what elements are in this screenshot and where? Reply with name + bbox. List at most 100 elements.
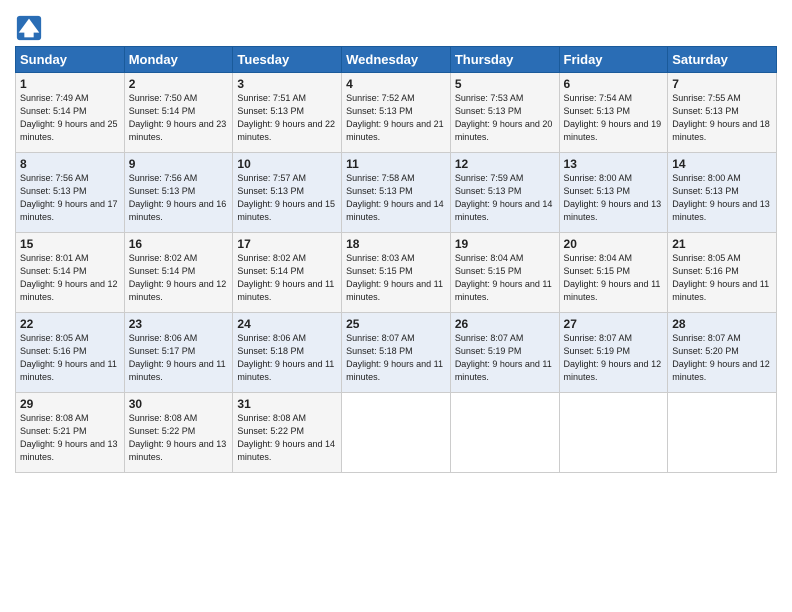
- calendar-day-cell: 22 Sunrise: 8:05 AM Sunset: 5:16 PM Dayl…: [16, 313, 125, 393]
- calendar-day-cell: [450, 393, 559, 473]
- day-info: Sunrise: 8:02 AM Sunset: 5:14 PM Dayligh…: [237, 252, 337, 304]
- calendar-day-cell: [342, 393, 451, 473]
- day-of-week-header: Friday: [559, 47, 668, 73]
- day-of-week-header: Monday: [124, 47, 233, 73]
- day-number: 3: [237, 77, 337, 91]
- day-info: Sunrise: 7:49 AM Sunset: 5:14 PM Dayligh…: [20, 92, 120, 144]
- day-number: 21: [672, 237, 772, 251]
- day-number: 27: [564, 317, 664, 331]
- day-number: 18: [346, 237, 446, 251]
- calendar-week-row: 15 Sunrise: 8:01 AM Sunset: 5:14 PM Dayl…: [16, 233, 777, 313]
- day-info: Sunrise: 7:50 AM Sunset: 5:14 PM Dayligh…: [129, 92, 229, 144]
- calendar-day-cell: 7 Sunrise: 7:55 AM Sunset: 5:13 PM Dayli…: [668, 73, 777, 153]
- day-info: Sunrise: 7:56 AM Sunset: 5:13 PM Dayligh…: [129, 172, 229, 224]
- calendar-day-cell: 21 Sunrise: 8:05 AM Sunset: 5:16 PM Dayl…: [668, 233, 777, 313]
- calendar-day-cell: 27 Sunrise: 8:07 AM Sunset: 5:19 PM Dayl…: [559, 313, 668, 393]
- calendar-week-row: 29 Sunrise: 8:08 AM Sunset: 5:21 PM Dayl…: [16, 393, 777, 473]
- day-info: Sunrise: 8:00 AM Sunset: 5:13 PM Dayligh…: [564, 172, 664, 224]
- day-info: Sunrise: 8:05 AM Sunset: 5:16 PM Dayligh…: [672, 252, 772, 304]
- calendar-day-cell: 28 Sunrise: 8:07 AM Sunset: 5:20 PM Dayl…: [668, 313, 777, 393]
- day-number: 10: [237, 157, 337, 171]
- logo: [15, 14, 45, 42]
- calendar-week-row: 1 Sunrise: 7:49 AM Sunset: 5:14 PM Dayli…: [16, 73, 777, 153]
- calendar-day-cell: 31 Sunrise: 8:08 AM Sunset: 5:22 PM Dayl…: [233, 393, 342, 473]
- calendar-week-row: 22 Sunrise: 8:05 AM Sunset: 5:16 PM Dayl…: [16, 313, 777, 393]
- day-number: 25: [346, 317, 446, 331]
- day-number: 15: [20, 237, 120, 251]
- day-info: Sunrise: 8:06 AM Sunset: 5:17 PM Dayligh…: [129, 332, 229, 384]
- day-info: Sunrise: 8:07 AM Sunset: 5:20 PM Dayligh…: [672, 332, 772, 384]
- day-info: Sunrise: 8:05 AM Sunset: 5:16 PM Dayligh…: [20, 332, 120, 384]
- day-number: 5: [455, 77, 555, 91]
- day-number: 24: [237, 317, 337, 331]
- day-number: 12: [455, 157, 555, 171]
- day-info: Sunrise: 8:02 AM Sunset: 5:14 PM Dayligh…: [129, 252, 229, 304]
- day-number: 28: [672, 317, 772, 331]
- day-of-week-header: Saturday: [668, 47, 777, 73]
- day-number: 29: [20, 397, 120, 411]
- day-info: Sunrise: 7:57 AM Sunset: 5:13 PM Dayligh…: [237, 172, 337, 224]
- calendar-day-cell: 24 Sunrise: 8:06 AM Sunset: 5:18 PM Dayl…: [233, 313, 342, 393]
- day-info: Sunrise: 8:07 AM Sunset: 5:18 PM Dayligh…: [346, 332, 446, 384]
- calendar-day-cell: [668, 393, 777, 473]
- calendar-day-cell: 15 Sunrise: 8:01 AM Sunset: 5:14 PM Dayl…: [16, 233, 125, 313]
- day-info: Sunrise: 8:04 AM Sunset: 5:15 PM Dayligh…: [564, 252, 664, 304]
- day-number: 17: [237, 237, 337, 251]
- header: [15, 10, 777, 42]
- page-container: SundayMondayTuesdayWednesdayThursdayFrid…: [0, 0, 792, 478]
- calendar-day-cell: 9 Sunrise: 7:56 AM Sunset: 5:13 PM Dayli…: [124, 153, 233, 233]
- day-number: 20: [564, 237, 664, 251]
- calendar-day-cell: 8 Sunrise: 7:56 AM Sunset: 5:13 PM Dayli…: [16, 153, 125, 233]
- calendar-day-cell: 4 Sunrise: 7:52 AM Sunset: 5:13 PM Dayli…: [342, 73, 451, 153]
- calendar-day-cell: 18 Sunrise: 8:03 AM Sunset: 5:15 PM Dayl…: [342, 233, 451, 313]
- day-info: Sunrise: 8:03 AM Sunset: 5:15 PM Dayligh…: [346, 252, 446, 304]
- day-of-week-header: Sunday: [16, 47, 125, 73]
- calendar-table: SundayMondayTuesdayWednesdayThursdayFrid…: [15, 46, 777, 473]
- day-info: Sunrise: 7:51 AM Sunset: 5:13 PM Dayligh…: [237, 92, 337, 144]
- calendar-week-row: 8 Sunrise: 7:56 AM Sunset: 5:13 PM Dayli…: [16, 153, 777, 233]
- day-info: Sunrise: 8:04 AM Sunset: 5:15 PM Dayligh…: [455, 252, 555, 304]
- calendar-day-cell: [559, 393, 668, 473]
- calendar-day-cell: 11 Sunrise: 7:58 AM Sunset: 5:13 PM Dayl…: [342, 153, 451, 233]
- day-info: Sunrise: 7:54 AM Sunset: 5:13 PM Dayligh…: [564, 92, 664, 144]
- calendar-body: 1 Sunrise: 7:49 AM Sunset: 5:14 PM Dayli…: [16, 73, 777, 473]
- day-number: 31: [237, 397, 337, 411]
- day-info: Sunrise: 7:56 AM Sunset: 5:13 PM Dayligh…: [20, 172, 120, 224]
- day-number: 9: [129, 157, 229, 171]
- day-number: 4: [346, 77, 446, 91]
- calendar-day-cell: 5 Sunrise: 7:53 AM Sunset: 5:13 PM Dayli…: [450, 73, 559, 153]
- day-number: 22: [20, 317, 120, 331]
- day-info: Sunrise: 8:01 AM Sunset: 5:14 PM Dayligh…: [20, 252, 120, 304]
- calendar-day-cell: 20 Sunrise: 8:04 AM Sunset: 5:15 PM Dayl…: [559, 233, 668, 313]
- day-number: 13: [564, 157, 664, 171]
- calendar-day-cell: 1 Sunrise: 7:49 AM Sunset: 5:14 PM Dayli…: [16, 73, 125, 153]
- day-info: Sunrise: 8:08 AM Sunset: 5:21 PM Dayligh…: [20, 412, 120, 464]
- calendar-day-cell: 2 Sunrise: 7:50 AM Sunset: 5:14 PM Dayli…: [124, 73, 233, 153]
- day-number: 11: [346, 157, 446, 171]
- calendar-header-row: SundayMondayTuesdayWednesdayThursdayFrid…: [16, 47, 777, 73]
- day-number: 23: [129, 317, 229, 331]
- calendar-day-cell: 23 Sunrise: 8:06 AM Sunset: 5:17 PM Dayl…: [124, 313, 233, 393]
- day-of-week-header: Thursday: [450, 47, 559, 73]
- day-info: Sunrise: 7:59 AM Sunset: 5:13 PM Dayligh…: [455, 172, 555, 224]
- calendar-day-cell: 26 Sunrise: 8:07 AM Sunset: 5:19 PM Dayl…: [450, 313, 559, 393]
- calendar-day-cell: 10 Sunrise: 7:57 AM Sunset: 5:13 PM Dayl…: [233, 153, 342, 233]
- day-info: Sunrise: 8:00 AM Sunset: 5:13 PM Dayligh…: [672, 172, 772, 224]
- day-info: Sunrise: 7:53 AM Sunset: 5:13 PM Dayligh…: [455, 92, 555, 144]
- day-info: Sunrise: 8:08 AM Sunset: 5:22 PM Dayligh…: [129, 412, 229, 464]
- day-info: Sunrise: 8:07 AM Sunset: 5:19 PM Dayligh…: [564, 332, 664, 384]
- day-number: 30: [129, 397, 229, 411]
- calendar-day-cell: 13 Sunrise: 8:00 AM Sunset: 5:13 PM Dayl…: [559, 153, 668, 233]
- day-of-week-header: Tuesday: [233, 47, 342, 73]
- day-info: Sunrise: 7:58 AM Sunset: 5:13 PM Dayligh…: [346, 172, 446, 224]
- day-number: 26: [455, 317, 555, 331]
- day-info: Sunrise: 7:52 AM Sunset: 5:13 PM Dayligh…: [346, 92, 446, 144]
- day-number: 19: [455, 237, 555, 251]
- day-info: Sunrise: 8:07 AM Sunset: 5:19 PM Dayligh…: [455, 332, 555, 384]
- day-number: 14: [672, 157, 772, 171]
- calendar-day-cell: 30 Sunrise: 8:08 AM Sunset: 5:22 PM Dayl…: [124, 393, 233, 473]
- calendar-day-cell: 6 Sunrise: 7:54 AM Sunset: 5:13 PM Dayli…: [559, 73, 668, 153]
- logo-icon: [15, 14, 43, 42]
- day-number: 16: [129, 237, 229, 251]
- day-number: 6: [564, 77, 664, 91]
